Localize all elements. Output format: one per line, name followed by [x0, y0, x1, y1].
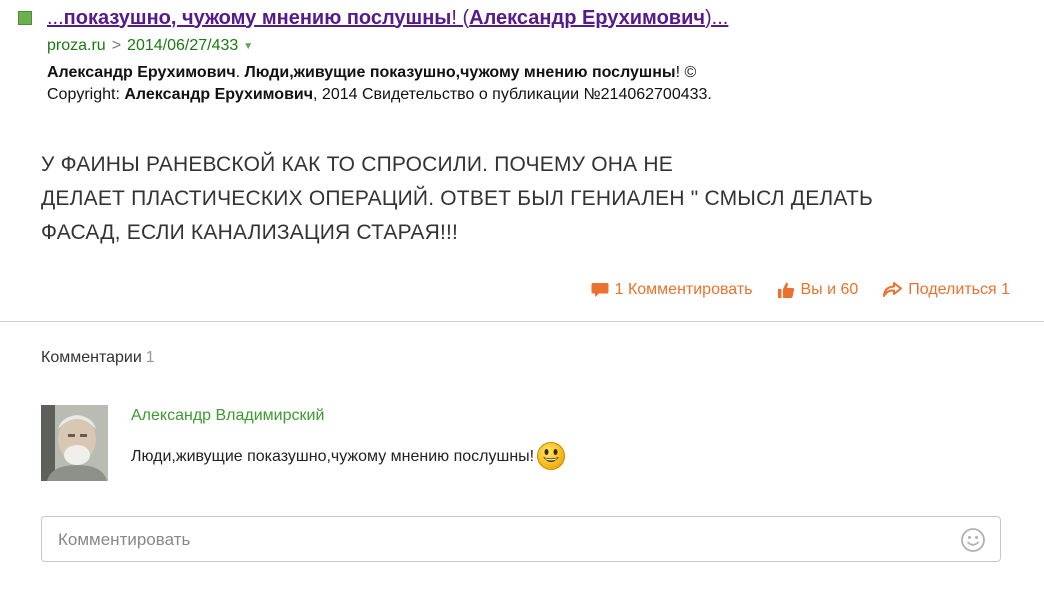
smiley-outline-icon[interactable]: [960, 527, 986, 553]
like-button[interactable]: Вы и 60: [777, 281, 859, 299]
post-actions: 1 Комментировать Вы и 60 Поделиться 1: [540, 281, 1010, 299]
post-line: У ФАИНЫ РАНЕВСКОЙ КАК ТО СПРОСИЛИ. ПОЧЕМ…: [41, 153, 673, 176]
comments-heading: Комментарии 1: [41, 349, 155, 367]
url-path: 2014/06/27/433: [127, 37, 239, 54]
result-title-link[interactable]: ...показушно, чужому мнению послушны! (А…: [47, 7, 728, 30]
comment-item: Александр Владимирский Люди,живущие пока…: [41, 405, 941, 481]
title-lead: ...: [47, 6, 64, 29]
snippet-title: Люди,живущие показушно,чужому мнению пос…: [244, 64, 676, 81]
smiley-emoji-icon: [537, 442, 566, 470]
avatar-photo: [41, 405, 108, 481]
comment-author[interactable]: Александр Владимирский: [131, 407, 324, 425]
result-snippet: Александр Ерухимович. Люди,живущие показ…: [47, 62, 767, 106]
comment-text-body: Люди,живущие показушно,чужому мнению пос…: [131, 448, 535, 465]
share-arrow-icon: [883, 282, 903, 297]
comment-text: Люди,живущие показушно,чужому мнению пос…: [131, 442, 566, 471]
comment-input[interactable]: [58, 527, 938, 553]
divider: [0, 321, 1044, 322]
title-main: показушно, чужому мнению послушны: [63, 6, 452, 29]
comment-button[interactable]: 1 Комментировать: [591, 281, 753, 299]
title-mid: ! (: [451, 6, 470, 29]
speech-bubble-icon: [591, 283, 609, 297]
title-tail: )...: [705, 6, 729, 29]
result-url[interactable]: proza.ru > 2014/06/27/433 ▼: [47, 37, 978, 55]
title-author: Александр Ерухимович: [469, 6, 705, 29]
comments-heading-label: Комментарии: [41, 349, 142, 366]
share-button-label: Поделиться 1: [908, 281, 1010, 298]
share-button[interactable]: Поделиться 1: [882, 281, 1010, 299]
snippet-rest: , 2014 Свидетельство о публикации №21406…: [313, 86, 712, 103]
triangle-down-icon[interactable]: ▼: [243, 41, 253, 52]
comment-input-box: [41, 516, 1001, 562]
post-line: ФАСАД, ЕСЛИ КАНАЛИЗАЦИЯ СТАРАЯ!!!: [41, 221, 459, 244]
favicon-square-icon: [18, 11, 32, 25]
post-line: ДЕЛАЕТ ПЛАСТИЧЕСКИХ ОПЕРАЦИЙ. ОТВЕТ БЫЛ …: [41, 187, 873, 210]
comments-count: 1: [145, 349, 155, 366]
post-text: У ФАИНЫ РАНЕВСКОЙ КАК ТО СПРОСИЛИ. ПОЧЕМ…: [41, 148, 961, 250]
search-result: ...показушно, чужому мнению послушны! (А…: [18, 6, 978, 106]
comment-button-label: 1 Комментировать: [614, 281, 753, 298]
like-button-label: Вы и 60: [800, 281, 859, 298]
snippet-dot: .: [235, 64, 245, 81]
url-domain: proza.ru: [47, 37, 106, 54]
avatar[interactable]: [41, 405, 108, 481]
snippet-author-2: Александр Ерухимович: [124, 86, 314, 103]
url-separator: >: [111, 37, 122, 54]
thumbs-up-icon: [777, 282, 794, 298]
result-header: ...показушно, чужому мнению послушны! (А…: [18, 6, 978, 30]
snippet-author: Александр Ерухимович: [47, 64, 236, 81]
